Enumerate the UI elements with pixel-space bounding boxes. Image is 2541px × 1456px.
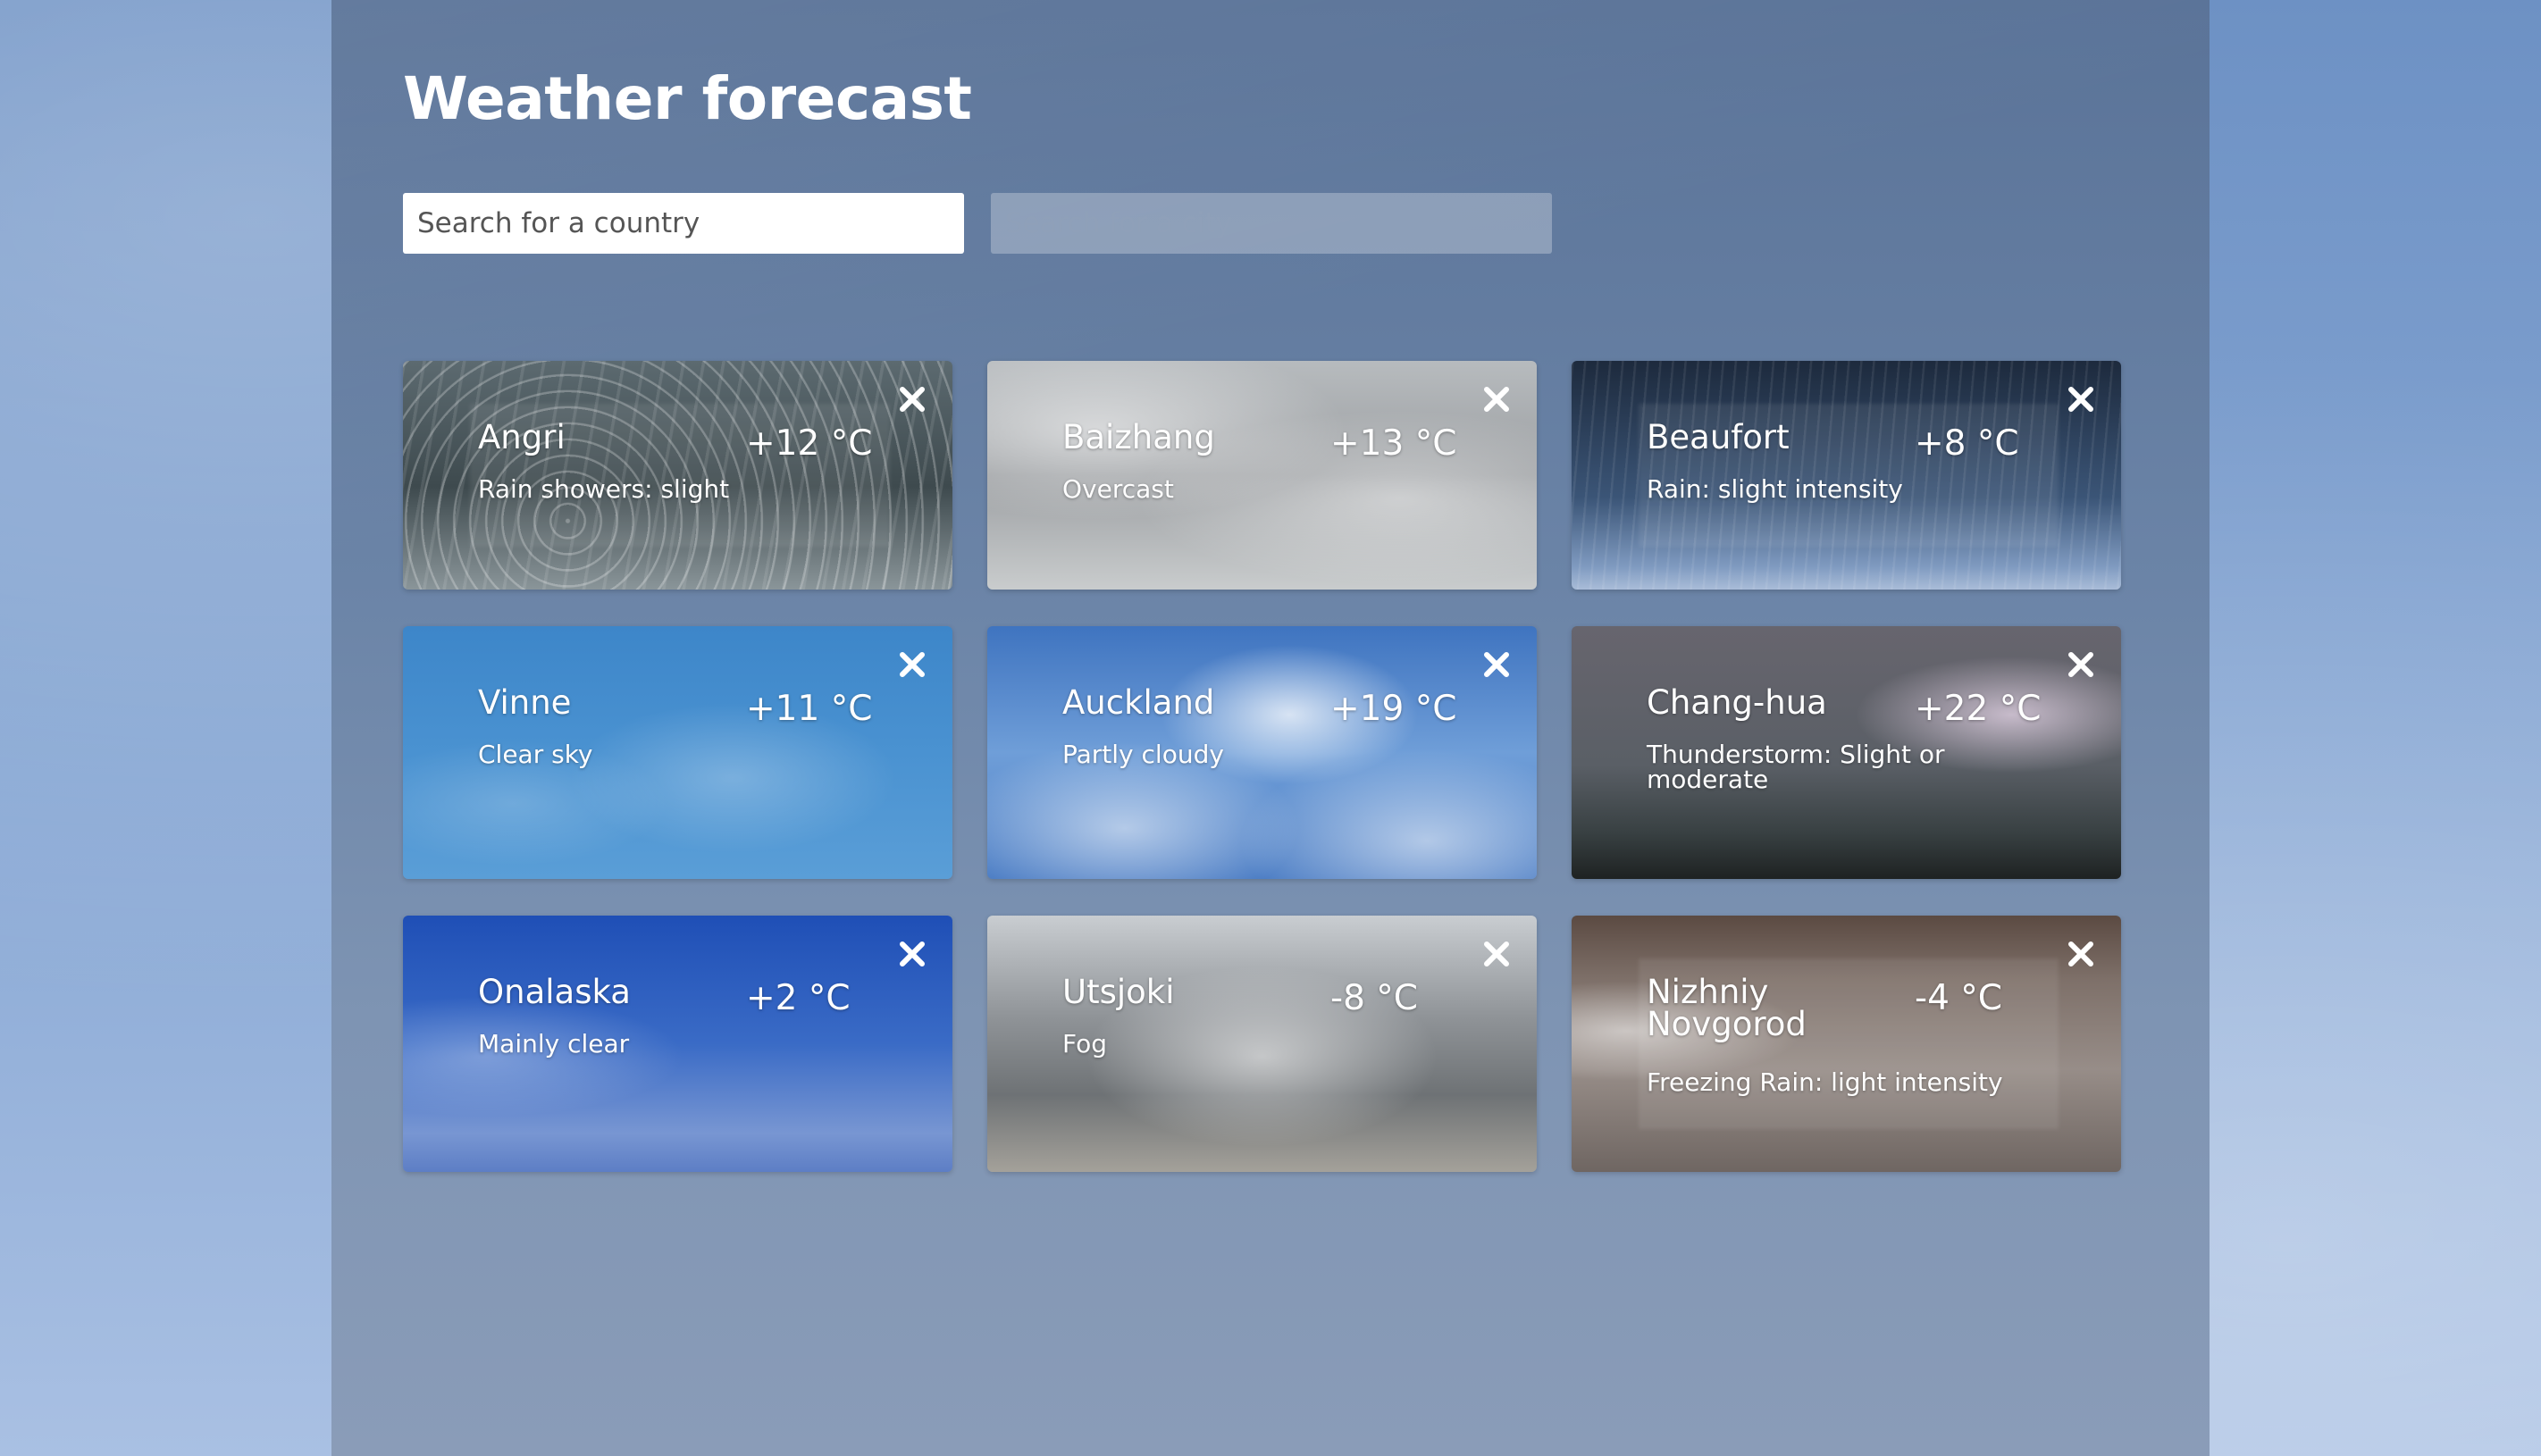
card-city: Baizhang [1062,418,1215,456]
weather-card-chang-hua: Chang-hua +22 °C Thunderstorm: Slight or… [1572,626,2121,879]
card-condition: Freezing Rain: light intensity [1647,1067,2003,1097]
card-city: Onalaska [478,973,631,1011]
close-icon[interactable] [1480,382,1514,416]
weather-card-auckland: Auckland +19 °C Partly cloudy [987,626,1537,879]
card-temperature: -8 °C [1330,978,1419,1018]
country-search-input[interactable] [403,193,964,254]
card-temperature: +12 °C [746,423,873,464]
close-icon[interactable] [2064,382,2098,416]
close-icon[interactable] [1480,648,1514,682]
card-city: Vinne [478,683,572,722]
close-icon[interactable] [895,382,929,416]
weather-card-vinne: Vinne +11 °C Clear sky [403,626,952,879]
card-temperature: +22 °C [1915,689,2042,729]
card-condition: Mainly clear [478,1029,630,1059]
card-condition: Thunderstorm: Slight or moderate [1647,740,1945,794]
card-condition: Rain showers: slight [478,474,730,504]
weather-card-beaufort: Beaufort +8 °C Rain: slight intensity [1572,361,2121,590]
card-condition: Rain: slight intensity [1647,474,1903,504]
weather-card-nizhniy-novgorod: Nizhniy Novgorod -4 °C Freezing Rain: li… [1572,916,2121,1172]
card-temperature: +2 °C [746,978,851,1018]
card-condition: Overcast [1062,474,1174,504]
card-condition: Fog [1062,1029,1108,1059]
card-temperature: -4 °C [1915,978,2003,1018]
card-condition: Clear sky [478,740,593,769]
close-icon[interactable] [895,937,929,971]
weather-card-utsjoki: Utsjoki -8 °C Fog [987,916,1537,1172]
card-temperature: +19 °C [1330,689,1457,729]
weather-card-angri: Angri +12 °C Rain showers: slight [403,361,952,590]
card-city: Angri [478,418,566,456]
card-city: Auckland [1062,683,1215,722]
card-city: Chang-hua [1647,683,1827,722]
weather-card-onalaska: Onalaska +2 °C Mainly clear [403,916,952,1172]
card-condition: Partly cloudy [1062,740,1224,769]
close-icon[interactable] [2064,937,2098,971]
card-city: Utsjoki [1062,973,1175,1011]
close-icon[interactable] [895,648,929,682]
card-temperature: +13 °C [1330,423,1457,464]
card-temperature: +11 °C [746,689,873,729]
page-title: Weather forecast [403,64,972,133]
close-icon[interactable] [2064,648,2098,682]
card-city: Beaufort [1647,418,1790,456]
weather-card-baizhang: Baizhang +13 °C Overcast [987,361,1537,590]
close-icon[interactable] [1480,937,1514,971]
card-city: Nizhniy Novgorod [1647,973,1807,1043]
card-temperature: +8 °C [1915,423,2019,464]
main-panel: Weather forecast Angri +12 °C Rain showe… [331,0,2210,1456]
city-search-input[interactable] [991,193,1552,254]
